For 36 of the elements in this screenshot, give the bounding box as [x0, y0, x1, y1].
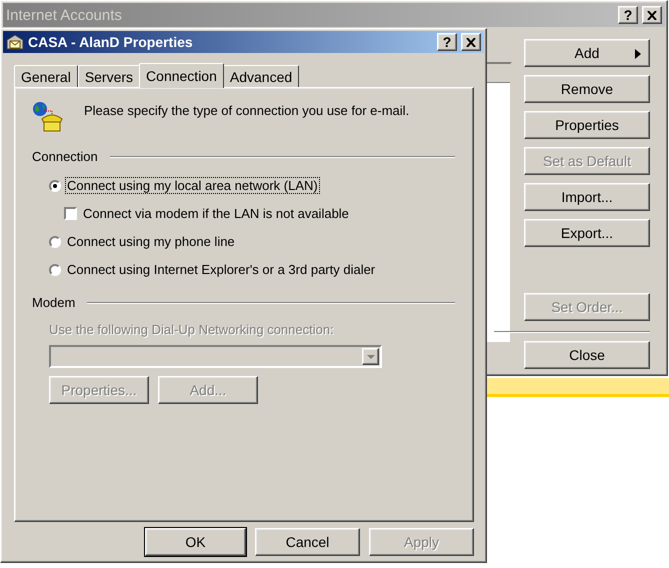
option-label: Connect using my phone line: [66, 233, 236, 250]
submenu-arrow-icon: [635, 49, 641, 59]
close-button[interactable]: [461, 33, 481, 51]
account-button[interactable]: Export...: [524, 219, 650, 247]
account-button[interactable]: Add: [524, 39, 650, 67]
close-icon: [647, 10, 657, 20]
radio-button[interactable]: [49, 236, 61, 248]
group-label: Connection: [32, 149, 98, 164]
intro-text: Please specify the type of connection you use for e-mail.: [84, 103, 410, 118]
help-button[interactable]: ?: [437, 33, 457, 51]
group-label: Modem: [32, 295, 76, 310]
tab[interactable]: General: [14, 65, 78, 87]
dialog-button[interactable]: Cancel: [255, 528, 360, 556]
option-label: Connect via modem if the LAN is not available: [82, 205, 350, 222]
connection-dropdown[interactable]: [49, 345, 382, 368]
tab[interactable]: Connection: [139, 63, 224, 88]
connection-prompt: Use the following Dial-Up Networking connection:: [49, 322, 335, 337]
mail-icon: [6, 34, 24, 50]
help-button[interactable]: ?: [618, 6, 638, 24]
radio-button[interactable]: [49, 264, 61, 276]
tab[interactable]: Servers: [78, 65, 140, 87]
dropdown-arrow-icon: [366, 354, 374, 358]
dialog-button[interactable]: OK: [145, 528, 246, 556]
radio-button[interactable]: [49, 180, 61, 192]
checkbox[interactable]: [64, 207, 77, 220]
account-button[interactable]: Properties: [524, 111, 650, 139]
account-button[interactable]: Remove: [524, 75, 650, 103]
tab[interactable]: Advanced: [222, 65, 300, 87]
close-button[interactable]: [642, 6, 662, 24]
option-label: Connect using my local area network (LAN): [65, 177, 320, 194]
close-icon: [466, 38, 476, 46]
close-button[interactable]: Close: [524, 341, 650, 369]
account-button[interactable]: Import...: [524, 183, 650, 211]
option-label: Connect using Internet Explorer's or a 3rd party dialer: [66, 261, 376, 278]
window-title: Internet Accounts: [6, 6, 123, 24]
dialog-title: CASA - AlanD Properties: [28, 34, 194, 50]
